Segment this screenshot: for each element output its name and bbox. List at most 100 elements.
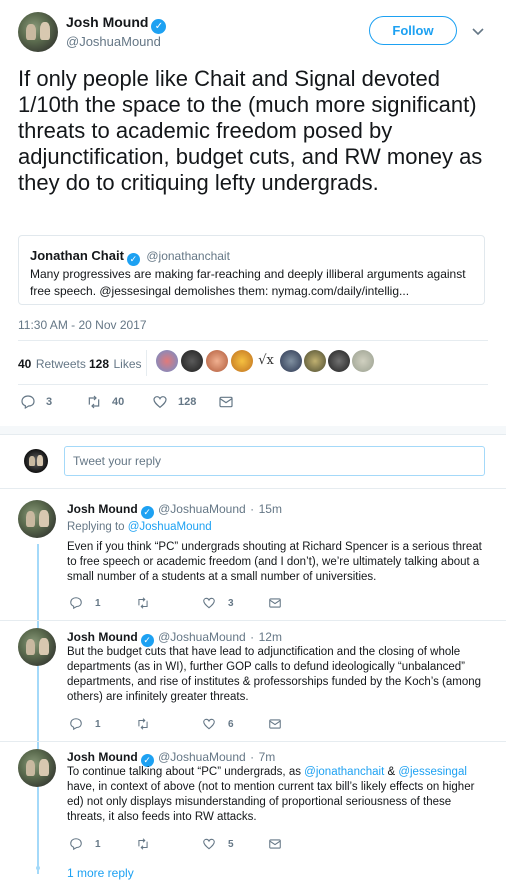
reply-count: 3 [46, 396, 53, 408]
like-count: 128 [178, 396, 197, 408]
reply-text: To continue talking about “PC” undergrad… [67, 765, 487, 825]
likes-label: Likes [113, 357, 142, 371]
reply-author-name[interactable]: Josh Mound [67, 502, 138, 516]
retweet-action[interactable] [136, 837, 162, 851]
like-action[interactable]: 6 [202, 717, 234, 731]
message-action[interactable] [218, 394, 244, 410]
liker-avatar[interactable] [328, 350, 350, 372]
reply-icon [70, 718, 82, 731]
liker-avatar[interactable] [304, 350, 326, 372]
like-count: 5 [228, 838, 234, 850]
message-icon [219, 396, 233, 408]
quoted-tweet[interactable]: Jonathan Chait ✓ @jonathanchait Many prog… [18, 235, 485, 305]
message-icon [269, 598, 281, 608]
reply-author-name[interactable]: Josh Mound [67, 630, 138, 644]
likers-avatar-strip: √x [156, 350, 376, 374]
mention-link[interactable]: @jonathanchait [304, 766, 384, 778]
divider [0, 620, 506, 621]
reply-icon [70, 838, 82, 851]
like-icon [203, 718, 215, 730]
verified-icon: ✓ [126, 253, 140, 266]
reply-text: But the budget cuts that have lead to ad… [67, 646, 482, 703]
reply-header: Josh Mound ✓ @JoshuaMound · 15m [67, 500, 282, 519]
retweet-action[interactable] [136, 717, 162, 731]
retweet-icon [138, 718, 148, 730]
reply-author-handle[interactable]: @JoshuaMound [158, 630, 246, 644]
likers-avatars [146, 350, 147, 376]
section-separator [0, 426, 506, 434]
replying-to-prefix: Replying to [67, 521, 128, 533]
message-action[interactable] [268, 717, 294, 731]
reply-time[interactable]: 15m [259, 502, 282, 516]
reply-author-handle[interactable]: @JoshuaMound [158, 502, 246, 516]
message-action[interactable] [268, 596, 294, 610]
reply-action[interactable]: 1 [69, 717, 101, 731]
reply-avatar[interactable] [18, 749, 56, 787]
like-icon [153, 396, 167, 409]
message-icon [269, 839, 281, 849]
liker-avatar[interactable] [156, 350, 178, 372]
message-icon [269, 719, 281, 729]
replying-to-link[interactable]: @JoshuaMound [128, 521, 212, 533]
author-name[interactable]: Josh Mound [66, 14, 148, 30]
tweet-timestamp[interactable]: 11:30 AM - 20 Nov 2017 [18, 318, 147, 332]
retweet-action[interactable] [136, 596, 162, 610]
reply-icon [70, 597, 82, 610]
tweet-text: If only people like Chait and Signal dev… [18, 66, 483, 195]
author-handle[interactable]: @JoshuaMound [66, 34, 161, 49]
reply-time[interactable]: 12m [259, 630, 282, 644]
reply-text-part: have, in context of above (not to mentio… [67, 781, 475, 823]
divider [0, 434, 506, 435]
reply-text-part: To continue talking about “PC” undergrad… [67, 766, 305, 778]
retweet-action[interactable]: 40 [86, 394, 124, 410]
retweets-stat[interactable]: 40 Retweets [18, 355, 86, 373]
like-count: 6 [228, 718, 234, 730]
reply-action[interactable]: 3 [20, 394, 52, 410]
like-action[interactable]: 128 [152, 394, 196, 410]
author-avatar[interactable] [18, 12, 58, 52]
retweet-icon [138, 597, 148, 609]
verified-icon: ✓ [151, 19, 167, 34]
replying-to: Replying to @JoshuaMound [67, 520, 212, 535]
separator-dot: · [250, 630, 255, 644]
reply-icon [21, 395, 35, 410]
follow-button[interactable]: Follow [369, 16, 457, 45]
liker-avatar[interactable] [280, 350, 302, 372]
reply-text-part: & [384, 766, 399, 778]
reply-author-name[interactable]: Josh Mound [67, 750, 138, 764]
divider [18, 340, 488, 341]
separator-dot: · [250, 502, 255, 516]
liker-avatar[interactable] [206, 350, 228, 372]
more-replies-link[interactable]: 1 more reply [67, 866, 134, 880]
reply-time[interactable]: 7m [259, 750, 276, 764]
liker-avatar[interactable] [181, 350, 203, 372]
reply-author-handle[interactable]: @JoshuaMound [158, 750, 246, 764]
retweet-count: 40 [112, 396, 125, 408]
chevron-down-icon[interactable] [472, 24, 484, 39]
likes-count: 128 [89, 357, 110, 371]
message-action[interactable] [268, 837, 294, 851]
reply-avatar[interactable] [18, 500, 56, 538]
likes-stat[interactable]: 128 Likes [89, 355, 142, 373]
reply-count: 1 [95, 718, 101, 730]
current-user-avatar[interactable] [24, 449, 48, 473]
reply-count: 1 [95, 597, 101, 609]
retweet-icon [88, 395, 100, 409]
mention-link[interactable]: @jessesingal [398, 766, 467, 778]
reply-count: 1 [95, 838, 101, 850]
quote-author-handle: @jonathanchait [146, 249, 230, 263]
reply-avatar[interactable] [18, 628, 56, 666]
reply-action[interactable]: 1 [69, 837, 101, 851]
like-icon [203, 597, 215, 609]
liker-avatar[interactable] [231, 350, 253, 372]
tweet-reply-input[interactable]: Tweet your reply [64, 446, 485, 476]
sqrt-icon[interactable]: √x [255, 350, 277, 372]
liker-avatar[interactable] [352, 350, 374, 372]
thread-line [37, 544, 39, 874]
author-name-row[interactable]: Josh Mound ✓ [66, 14, 167, 34]
verified-icon: ✓ [140, 506, 154, 519]
like-action[interactable]: 5 [202, 837, 234, 851]
reply-action[interactable]: 1 [69, 596, 101, 610]
separator-dot: · [250, 750, 255, 764]
like-action[interactable]: 3 [202, 596, 234, 610]
